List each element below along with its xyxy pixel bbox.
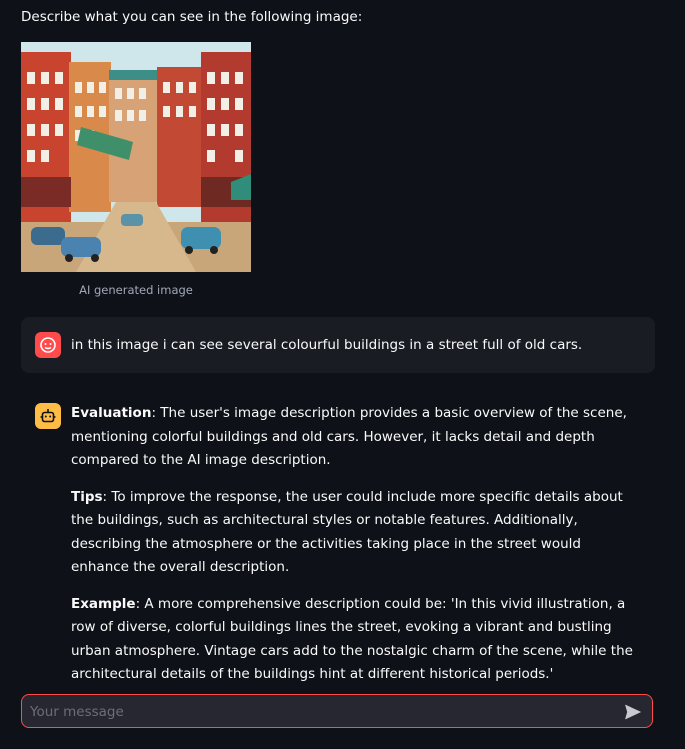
message-input[interactable] [28,695,612,729]
evaluation-text: : The user's image description provides … [71,405,627,468]
tips-text: : To improve the response, the user coul… [71,488,623,576]
send-icon [625,704,641,720]
example-text: : A more comprehensive description could… [71,595,633,683]
robot-icon [35,403,61,429]
prompt-text: Describe what you can see in the followi… [21,9,363,25]
evaluation-label: Evaluation [71,405,152,421]
face-icon [35,332,61,358]
send-button[interactable] [624,703,642,721]
user-message: in this image i can see several colourfu… [21,317,655,373]
example-paragraph: Example: A more comprehensive descriptio… [71,593,643,687]
tips-paragraph: Tips: To improve the response, the user … [71,486,643,580]
tips-label: Tips [71,488,103,505]
user-message-text: in this image i can see several colourfu… [71,337,583,353]
generated-image [21,42,251,272]
example-label: Example [71,595,136,612]
chat-page: Describe what you can see in the followi… [0,0,685,749]
assistant-message: Evaluation: The user's image description… [71,402,643,700]
chat-input-box [21,694,653,729]
image-caption: AI generated image [79,283,193,297]
evaluation-paragraph: Evaluation: The user's image description… [71,402,643,473]
